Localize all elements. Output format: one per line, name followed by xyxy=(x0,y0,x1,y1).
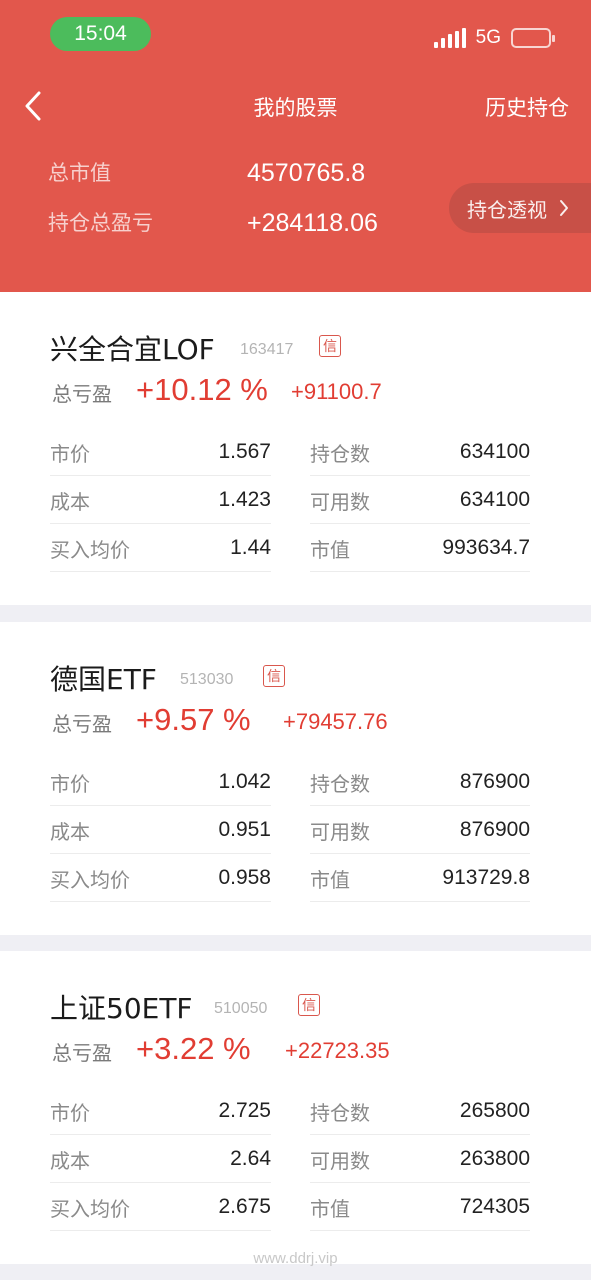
detail-label: 市价 xyxy=(50,771,90,796)
detail-row: 市值 913729.8 xyxy=(310,855,530,902)
history-holdings-link[interactable]: 历史持仓 xyxy=(485,92,569,122)
stock-name: 兴全合宜LOF xyxy=(50,333,215,366)
detail-label: 成本 xyxy=(50,1148,90,1173)
credit-badge: 信 xyxy=(319,335,341,357)
detail-value: 263800 xyxy=(459,1147,530,1170)
pl-percent: +3.22 % xyxy=(136,1031,251,1066)
detail-value: 1.44 xyxy=(230,536,271,559)
credit-badge: 信 xyxy=(298,994,320,1016)
total-pl-label: 持仓总盈亏 xyxy=(48,211,153,235)
detail-row: 持仓数 265800 xyxy=(310,1088,530,1135)
signal-icon xyxy=(433,28,466,48)
pl-label: 总亏盈 xyxy=(52,712,112,736)
detail-label: 可用数 xyxy=(310,489,370,514)
detail-row: 市值 993634.7 xyxy=(310,525,530,572)
status-icons: 5G xyxy=(433,27,555,49)
chevron-right-icon xyxy=(560,200,568,216)
detail-value: 265800 xyxy=(459,1099,530,1122)
detail-row: 成本 2.64 xyxy=(50,1136,271,1183)
detail-value: 724305 xyxy=(459,1195,530,1218)
market-value: 4570765.8 xyxy=(247,159,366,187)
detail-label: 持仓数 xyxy=(310,771,370,796)
detail-value: 876900 xyxy=(459,818,530,841)
detail-value: 1.423 xyxy=(218,488,271,511)
credit-badge: 信 xyxy=(263,665,285,687)
detail-row: 可用数 634100 xyxy=(310,477,530,524)
detail-value: 1.567 xyxy=(218,440,271,463)
pl-percent: +9.57 % xyxy=(136,702,251,737)
pl-label: 总亏盈 xyxy=(52,1041,112,1065)
detail-value: 634100 xyxy=(459,488,530,511)
detail-row: 成本 1.423 xyxy=(50,477,271,524)
detail-value: 0.951 xyxy=(218,818,271,841)
detail-label: 成本 xyxy=(50,819,90,844)
detail-label: 成本 xyxy=(50,489,90,514)
detail-label: 持仓数 xyxy=(310,441,370,466)
pl-label: 总亏盈 xyxy=(52,382,112,406)
detail-value: 1.042 xyxy=(218,770,271,793)
detail-value: 913729.8 xyxy=(442,866,530,889)
detail-value: 876900 xyxy=(459,770,530,793)
detail-row: 市值 724305 xyxy=(310,1184,530,1231)
pl-percent: +10.12 % xyxy=(136,372,268,407)
detail-row: 成本 0.951 xyxy=(50,807,271,854)
detail-row: 买入均价 0.958 xyxy=(50,855,271,902)
stock-card[interactable]: 德国ETF 513030 信 总亏盈 +9.57 % +79457.76 市价 1… xyxy=(0,622,591,935)
detail-value: 0.958 xyxy=(218,866,271,889)
detail-value: 2.64 xyxy=(230,1147,271,1170)
detail-value: 634100 xyxy=(459,440,530,463)
detail-label: 市值 xyxy=(310,537,350,562)
pl-amount: +22723.35 xyxy=(285,1038,390,1063)
detail-row: 买入均价 1.44 xyxy=(50,525,271,572)
detail-label: 市值 xyxy=(310,867,350,892)
status-time: 15:04 xyxy=(50,17,151,51)
detail-row: 持仓数 634100 xyxy=(310,429,530,476)
detail-row: 市价 1.042 xyxy=(50,759,271,806)
header: 15:04 5G 我的股票 历史持仓 总市值 4570765.8 持仓总盈亏 +… xyxy=(0,0,591,292)
detail-row: 可用数 263800 xyxy=(310,1136,530,1183)
detail-label: 可用数 xyxy=(310,819,370,844)
detail-label: 市值 xyxy=(310,1196,350,1221)
detail-row: 可用数 876900 xyxy=(310,807,530,854)
pl-amount: +91100.7 xyxy=(291,379,382,404)
market-value-label: 总市值 xyxy=(48,161,111,185)
detail-value: 2.675 xyxy=(218,1195,271,1218)
total-pl-value: +284118.06 xyxy=(247,209,378,237)
detail-row: 持仓数 876900 xyxy=(310,759,530,806)
detail-value: 2.725 xyxy=(218,1099,271,1122)
battery-icon xyxy=(511,28,555,48)
pl-amount: +79457.76 xyxy=(283,709,388,734)
detail-label: 买入均价 xyxy=(50,1196,130,1221)
stock-code: 510050 xyxy=(214,1000,268,1017)
stock-code: 513030 xyxy=(180,671,234,688)
stock-code: 163417 xyxy=(240,341,294,358)
stock-card[interactable]: 兴全合宜LOF 163417 信 总亏盈 +10.12 % +91100.7 市… xyxy=(0,292,591,605)
detail-label: 买入均价 xyxy=(50,537,130,562)
detail-label: 市价 xyxy=(50,441,90,466)
holdings-insight-label: 持仓透视 xyxy=(467,197,547,222)
detail-label: 持仓数 xyxy=(310,1100,370,1125)
network-label: 5G xyxy=(475,27,501,48)
detail-value: 993634.7 xyxy=(442,536,530,559)
detail-label: 买入均价 xyxy=(50,867,130,892)
stock-card[interactable]: 上证50ETF 510050 信 总亏盈 +3.22 % +22723.35 市… xyxy=(0,951,591,1264)
stock-name: 上证50ETF xyxy=(50,992,193,1025)
detail-row: 买入均价 2.675 xyxy=(50,1184,271,1231)
watermark: www.ddrj.vip xyxy=(253,1250,338,1267)
detail-row: 市价 1.567 xyxy=(50,429,271,476)
stock-name: 德国ETF xyxy=(50,663,157,696)
detail-row: 市价 2.725 xyxy=(50,1088,271,1135)
detail-label: 可用数 xyxy=(310,1148,370,1173)
holdings-insight-button[interactable]: 持仓透视 xyxy=(449,183,591,233)
detail-label: 市价 xyxy=(50,1100,90,1125)
